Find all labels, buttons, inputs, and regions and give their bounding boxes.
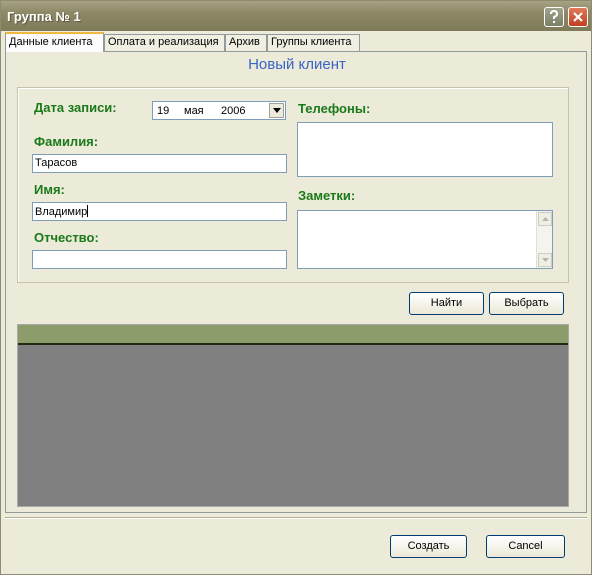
- cancel-button[interactable]: Cancel: [486, 535, 565, 558]
- tab-client-groups[interactable]: Группы клиента: [267, 34, 360, 51]
- date-day: 19: [157, 105, 170, 117]
- scroll-down-button[interactable]: [538, 253, 552, 267]
- form-heading: Новый клиент: [248, 56, 346, 73]
- notes-textarea[interactable]: [297, 210, 553, 269]
- title-bar[interactable]: Группа № 1: [1, 1, 591, 31]
- client-form-group: Дата записи: 19 мая 2006 Фамилия: Тарасо…: [17, 87, 569, 283]
- tab-archive[interactable]: Архив: [225, 34, 267, 51]
- select-button[interactable]: Выбрать: [489, 292, 564, 315]
- notes-label: Заметки:: [298, 188, 356, 203]
- scroll-up-icon: [541, 217, 549, 221]
- help-button[interactable]: [544, 7, 564, 27]
- window-title: Группа № 1: [7, 9, 81, 24]
- date-label: Дата записи:: [34, 100, 117, 115]
- dropdown-arrow-icon: [272, 108, 281, 113]
- find-button[interactable]: Найти: [409, 292, 484, 315]
- name-input-text: Владимир: [35, 206, 88, 218]
- text-caret: [87, 205, 89, 217]
- name-input[interactable]: Владимир: [32, 202, 287, 221]
- scroll-up-button[interactable]: [538, 212, 552, 226]
- results-grid[interactable]: [17, 324, 569, 507]
- name-label: Имя:: [34, 182, 65, 197]
- phones-textarea[interactable]: [297, 122, 553, 177]
- scroll-down-icon: [541, 258, 549, 262]
- date-year: 2006: [221, 105, 246, 117]
- close-button[interactable]: [568, 7, 588, 27]
- surname-label: Фамилия:: [34, 134, 99, 149]
- tab-panel: Новый клиент Дата записи: 19 мая 2006 Фа…: [5, 51, 587, 513]
- dialog-window: Группа № 1 Данные клиента Оплата и реали…: [0, 0, 592, 575]
- date-dropdown-button[interactable]: [269, 103, 284, 118]
- notes-scrollbar[interactable]: [536, 211, 552, 268]
- surname-input[interactable]: Тарасов: [32, 154, 287, 173]
- patronymic-input[interactable]: [32, 250, 287, 269]
- help-icon: [550, 10, 559, 23]
- date-month: мая: [184, 105, 204, 117]
- phones-label: Телефоны:: [298, 101, 371, 116]
- grid-header: [18, 325, 568, 345]
- patronymic-label: Отчество:: [34, 230, 99, 245]
- close-icon: [573, 12, 583, 22]
- footer-bar: Создать Cancel: [5, 517, 587, 573]
- tab-payment[interactable]: Оплата и реализация: [104, 34, 225, 51]
- date-picker[interactable]: 19 мая 2006: [152, 101, 286, 120]
- create-button[interactable]: Создать: [390, 535, 467, 558]
- tab-client-data[interactable]: Данные клиента: [5, 32, 104, 52]
